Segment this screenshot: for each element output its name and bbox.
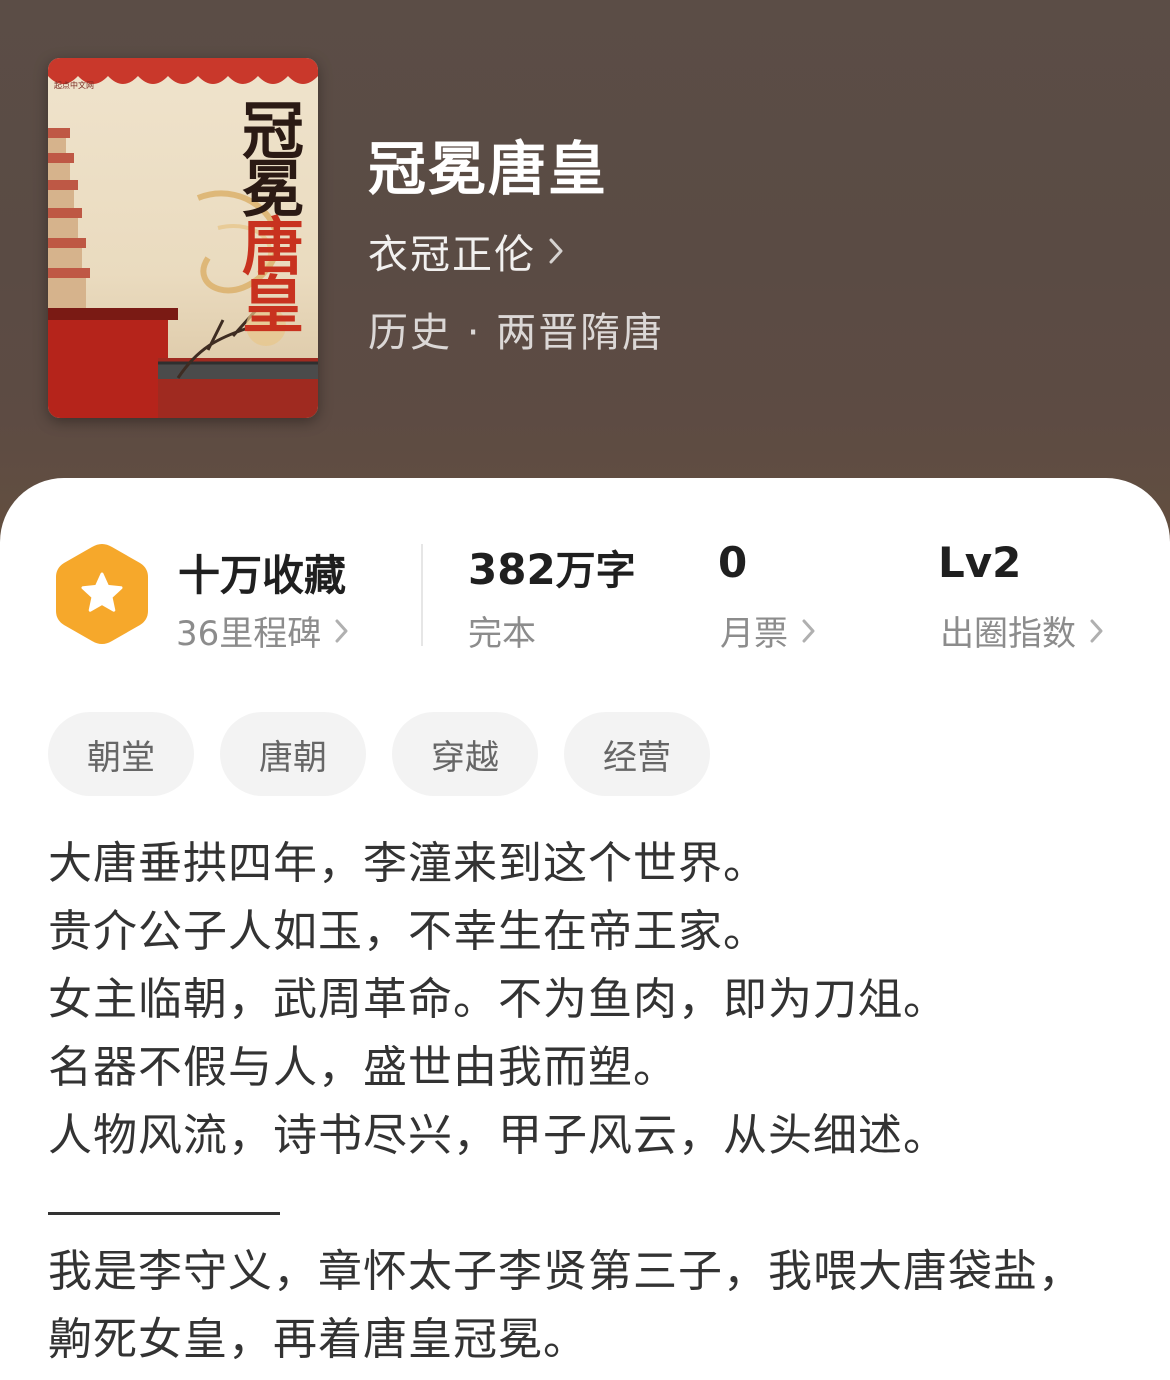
tag-list: 朝堂 唐朝 穿越 经营 bbox=[48, 712, 710, 796]
divider-rule bbox=[48, 1212, 280, 1215]
synopsis-divider bbox=[48, 1170, 1138, 1238]
tag-chip[interactable]: 朝堂 bbox=[48, 712, 194, 796]
tag-chip[interactable]: 经营 bbox=[564, 712, 710, 796]
synopsis-line: 女主临朝，武周革命。不为鱼肉，即为刀俎。 bbox=[48, 974, 948, 1025]
influence-link[interactable]: 出圈指数 bbox=[940, 606, 1104, 655]
milestone-label: 36里程碑 bbox=[176, 614, 322, 654]
milestone-link[interactable]: 36里程碑 bbox=[176, 606, 349, 655]
influence-value: Lv2 bbox=[938, 538, 1022, 587]
influence-label: 出圈指数 bbox=[940, 614, 1076, 654]
synopsis-line: 人物风流，诗书尽兴，甲子风云，从头细述。 bbox=[48, 1110, 948, 1161]
stats-divider bbox=[421, 544, 423, 646]
author-name: 衣冠正伦 bbox=[368, 232, 536, 278]
synopsis-line: 大唐垂拱四年，李潼来到这个世界。 bbox=[48, 838, 768, 889]
chevron-right-icon bbox=[549, 238, 563, 264]
cover-title-art: 冠冕唐皇 bbox=[213, 98, 304, 330]
synopsis-line: 名器不假与人，盛世由我而塑。 bbox=[48, 1042, 678, 1093]
status-label: 完本 bbox=[468, 614, 536, 654]
synopsis-line: 我是李守义，章怀太子李贤第三子，我喂大唐袋盐， bbox=[48, 1246, 1083, 1297]
monthly-votes-link[interactable]: 月票 bbox=[720, 606, 816, 655]
word-count-value: 382万字 bbox=[468, 538, 636, 596]
monthly-votes-value: 0 bbox=[718, 538, 748, 587]
star-hexagon-icon bbox=[56, 544, 148, 644]
cover-publisher-text: 起点中文网 bbox=[54, 81, 94, 90]
cover-char: 冠 bbox=[231, 98, 304, 156]
synopsis-line: 贵介公子人如玉，不幸生在帝王家。 bbox=[48, 906, 768, 957]
book-detail-page: 起点中文网 冠冕唐皇 冠冕唐皇 衣冠正伦 历史 · 两晋隋唐 十万收藏 36里程… bbox=[0, 0, 1170, 1380]
tag-chip[interactable]: 穿越 bbox=[392, 712, 538, 796]
cover-char: 皇 bbox=[231, 272, 304, 330]
cover-char: 唐 bbox=[231, 214, 304, 272]
author-link[interactable]: 衣冠正伦 bbox=[368, 222, 564, 280]
monthly-votes-label: 月票 bbox=[720, 614, 788, 654]
word-count-number: 382 bbox=[468, 545, 556, 594]
synopsis[interactable]: 大唐垂拱四年，李潼来到这个世界。 贵介公子人如玉，不幸生在帝王家。 女主临朝，武… bbox=[48, 830, 1138, 1374]
tag-chip[interactable]: 唐朝 bbox=[220, 712, 366, 796]
chevron-right-icon bbox=[1090, 619, 1103, 642]
favorites-value: 十万收藏 bbox=[178, 551, 347, 600]
book-header: 起点中文网 冠冕唐皇 冠冕唐皇 衣冠正伦 历史 · 两晋隋唐 bbox=[0, 0, 1170, 560]
book-cover[interactable]: 起点中文网 冠冕唐皇 bbox=[48, 58, 318, 418]
cover-char: 冕 bbox=[231, 156, 304, 214]
chevron-right-icon bbox=[802, 619, 815, 642]
book-title: 冠冕唐皇 bbox=[368, 135, 609, 203]
synopsis-line: 齁死女皇，再着唐皇冠冕。 bbox=[48, 1314, 588, 1365]
chevron-right-icon bbox=[335, 619, 348, 642]
book-genre[interactable]: 历史 · 两晋隋唐 bbox=[368, 300, 664, 358]
word-count-unit: 万字 bbox=[555, 548, 636, 594]
